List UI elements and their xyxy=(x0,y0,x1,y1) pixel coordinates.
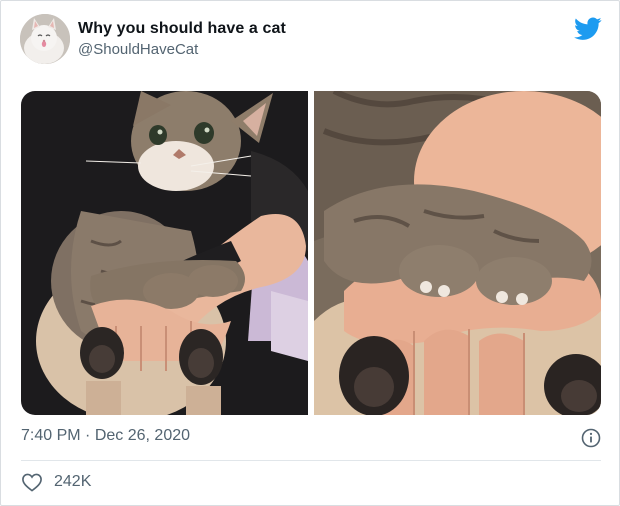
avatar[interactable] xyxy=(20,14,70,64)
author-handle[interactable]: @ShouldHaveCat xyxy=(78,41,198,58)
tweet-media xyxy=(21,91,601,415)
tweet-time: 7:40 PM xyxy=(21,427,81,444)
heart-icon xyxy=(22,473,42,492)
author-name[interactable]: Why you should have a cat xyxy=(78,20,286,38)
divider xyxy=(21,460,601,461)
tweet-date: Dec 26, 2020 xyxy=(94,427,191,444)
info-icon[interactable] xyxy=(581,428,601,448)
like-button[interactable]: 242K xyxy=(21,471,91,493)
tweet-timestamp[interactable]: 7:40 PM · Dec 26, 2020 xyxy=(21,427,190,445)
cat-photo-right[interactable] xyxy=(314,91,601,415)
twitter-bird-icon[interactable] xyxy=(574,17,602,41)
cat-photo-left[interactable] xyxy=(21,91,308,415)
tweet-card: Why you should have a cat @ShouldHaveCat xyxy=(0,0,620,506)
like-count: 242K xyxy=(54,473,92,490)
timestamp-separator: · xyxy=(85,427,91,444)
